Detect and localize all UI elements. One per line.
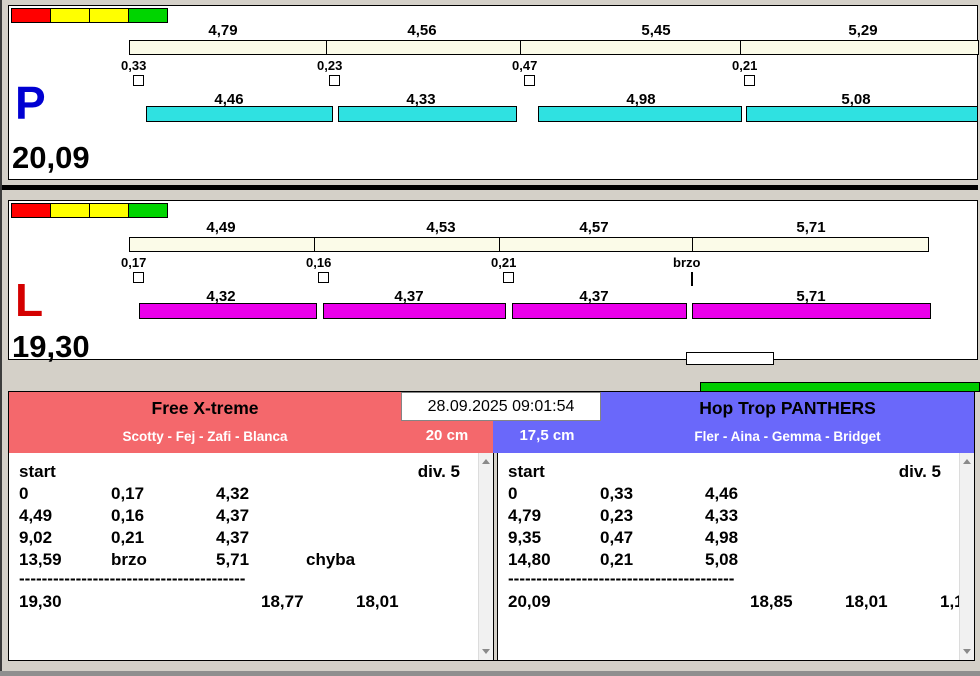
indicator-bar-white bbox=[686, 352, 774, 365]
exchange-flag-label: brzo bbox=[673, 255, 701, 270]
flyball-timing-window: 4,79 4,56 5,45 5,29 0,33 0,23 0,47 0,21 … bbox=[0, 0, 980, 676]
table-row: 13,59 brzo 5,71 chyba bbox=[19, 550, 356, 569]
start-light-yellow1-icon bbox=[50, 203, 90, 218]
table-separator: ---------------------------------------- bbox=[19, 571, 246, 588]
exchange-time-label: 0,33 bbox=[121, 58, 147, 73]
leg-time-bar bbox=[746, 106, 978, 122]
scroll-down-icon[interactable] bbox=[479, 643, 493, 659]
lane-letter: P bbox=[15, 77, 46, 129]
fault-checkbox[interactable] bbox=[133, 272, 144, 283]
table-totals-row: 20,09 18,85 18,01 1,14 bbox=[508, 592, 959, 611]
window-left-edge bbox=[0, 0, 2, 676]
split-time-label: 4,53 bbox=[426, 219, 456, 236]
team-right-results-rows: start div. 5 0 0,33 4,46 4,79 0,23 4,33 bbox=[498, 453, 959, 660]
start-light-yellow2-icon bbox=[89, 203, 129, 218]
scroll-down-icon[interactable] bbox=[960, 643, 974, 659]
table-row: 14,80 0,21 5,08 bbox=[508, 550, 739, 569]
table-row: 0 0,17 4,32 bbox=[19, 484, 250, 503]
table-row: 9,02 0,21 4,37 bbox=[19, 528, 250, 547]
split-tick bbox=[314, 238, 315, 251]
lane-total-time: 19,30 bbox=[12, 329, 90, 364]
start-lights-p bbox=[11, 8, 168, 23]
leg-time-bar bbox=[146, 106, 333, 122]
lane-total-time: 20,09 bbox=[12, 140, 90, 175]
leg-time-bar bbox=[139, 303, 317, 319]
table-row: 9,35 0,47 4,98 bbox=[508, 528, 739, 547]
scroll-up-icon[interactable] bbox=[479, 454, 493, 470]
exchange-time-label: 0,17 bbox=[121, 255, 147, 270]
split-tick bbox=[520, 41, 521, 54]
table-row: 4,79 0,23 4,33 bbox=[508, 506, 739, 525]
team-right-results-table: start div. 5 0 0,33 4,46 4,79 0,23 4,33 bbox=[498, 453, 974, 660]
lane-panel-l: 4,49 4,53 4,57 5,71 0,17 0,16 0,21 brzo … bbox=[8, 200, 978, 364]
leg-time-bar bbox=[338, 106, 517, 122]
team-right-name: Hop Trop PANTHERS bbox=[699, 398, 876, 418]
results-panel: Free X-treme Hop Trop PANTHERS Scotty - … bbox=[8, 391, 975, 661]
window-bottom-edge bbox=[0, 671, 980, 676]
fault-checkbox[interactable] bbox=[503, 272, 514, 283]
lane-letter: L bbox=[15, 274, 44, 326]
start-label: start bbox=[19, 462, 56, 481]
split-time-label: 4,79 bbox=[208, 22, 238, 39]
start-light-red-icon bbox=[11, 8, 51, 23]
team-left-jump-height: 20 cm bbox=[425, 427, 469, 444]
exchange-time-label: 0,16 bbox=[306, 255, 332, 270]
fault-checkbox[interactable] bbox=[744, 75, 755, 86]
leg-time-bar bbox=[323, 303, 506, 319]
leg-time-bar bbox=[692, 303, 931, 319]
team-right-lineup: Fler - Aina - Gemma - Bridget bbox=[694, 429, 881, 444]
datetime-display: 28.09.2025 09:01:54 bbox=[401, 392, 601, 421]
table-row: 4,49 0,16 4,37 bbox=[19, 506, 250, 525]
exchange-time-label: 0,21 bbox=[732, 58, 758, 73]
fault-checkbox[interactable] bbox=[133, 75, 144, 86]
cumulative-time-bar bbox=[129, 237, 929, 252]
leg-time-bar bbox=[512, 303, 687, 319]
lane-panel-p: 4,79 4,56 5,45 5,29 0,33 0,23 0,47 0,21 … bbox=[8, 5, 979, 180]
table-separator: ---------------------------------------- bbox=[508, 571, 735, 588]
split-tick bbox=[740, 41, 741, 54]
start-light-red-icon bbox=[11, 203, 51, 218]
split-time-label: 5,45 bbox=[641, 22, 671, 39]
leg-time-bar bbox=[538, 106, 742, 122]
early-pass-marker bbox=[691, 272, 693, 286]
split-time-label: 4,56 bbox=[407, 22, 437, 39]
team-right-jump-height: 17,5 cm bbox=[519, 427, 575, 444]
team-left-scrollbar[interactable] bbox=[478, 453, 493, 660]
fault-checkbox[interactable] bbox=[329, 75, 340, 86]
team-left-results-rows: start div. 5 0 0,17 4,32 4,49 0,16 4,37 bbox=[9, 453, 478, 660]
split-time-label: 4,57 bbox=[579, 219, 609, 236]
exchange-time-label: 0,23 bbox=[317, 58, 343, 73]
lane-divider bbox=[2, 185, 978, 190]
fault-checkbox[interactable] bbox=[318, 272, 329, 283]
split-tick bbox=[692, 238, 693, 251]
split-time-label: 5,71 bbox=[796, 219, 826, 236]
table-row: start div. 5 bbox=[9, 461, 478, 483]
split-tick bbox=[499, 238, 500, 251]
start-light-green-icon bbox=[128, 8, 168, 23]
start-light-yellow2-icon bbox=[89, 8, 129, 23]
start-label: start bbox=[508, 462, 545, 481]
table-row: start div. 5 bbox=[498, 461, 959, 483]
table-totals-row: 19,30 18,77 18,01 bbox=[19, 592, 399, 611]
start-light-yellow1-icon bbox=[50, 8, 90, 23]
start-lights-l bbox=[11, 203, 168, 218]
split-time-label: 4,49 bbox=[206, 219, 236, 236]
team-right-scrollbar[interactable] bbox=[959, 453, 974, 660]
cumulative-time-bar bbox=[129, 40, 979, 55]
split-tick bbox=[326, 41, 327, 54]
division-label: div. 5 bbox=[417, 462, 460, 481]
division-label: div. 5 bbox=[898, 462, 941, 481]
exchange-time-label: 0,47 bbox=[512, 58, 538, 73]
fault-checkbox[interactable] bbox=[524, 75, 535, 86]
split-time-label: 5,29 bbox=[848, 22, 878, 39]
scroll-up-icon[interactable] bbox=[960, 454, 974, 470]
exchange-time-label: 0,21 bbox=[491, 255, 517, 270]
start-light-green-icon bbox=[128, 203, 168, 218]
team-left-name: Free X-treme bbox=[151, 398, 259, 418]
team-left-results-table: start div. 5 0 0,17 4,32 4,49 0,16 4,37 bbox=[9, 453, 493, 660]
table-row: 0 0,33 4,46 bbox=[508, 484, 739, 503]
team-left-lineup: Scotty - Fej - Zafi - Blanca bbox=[122, 429, 288, 444]
